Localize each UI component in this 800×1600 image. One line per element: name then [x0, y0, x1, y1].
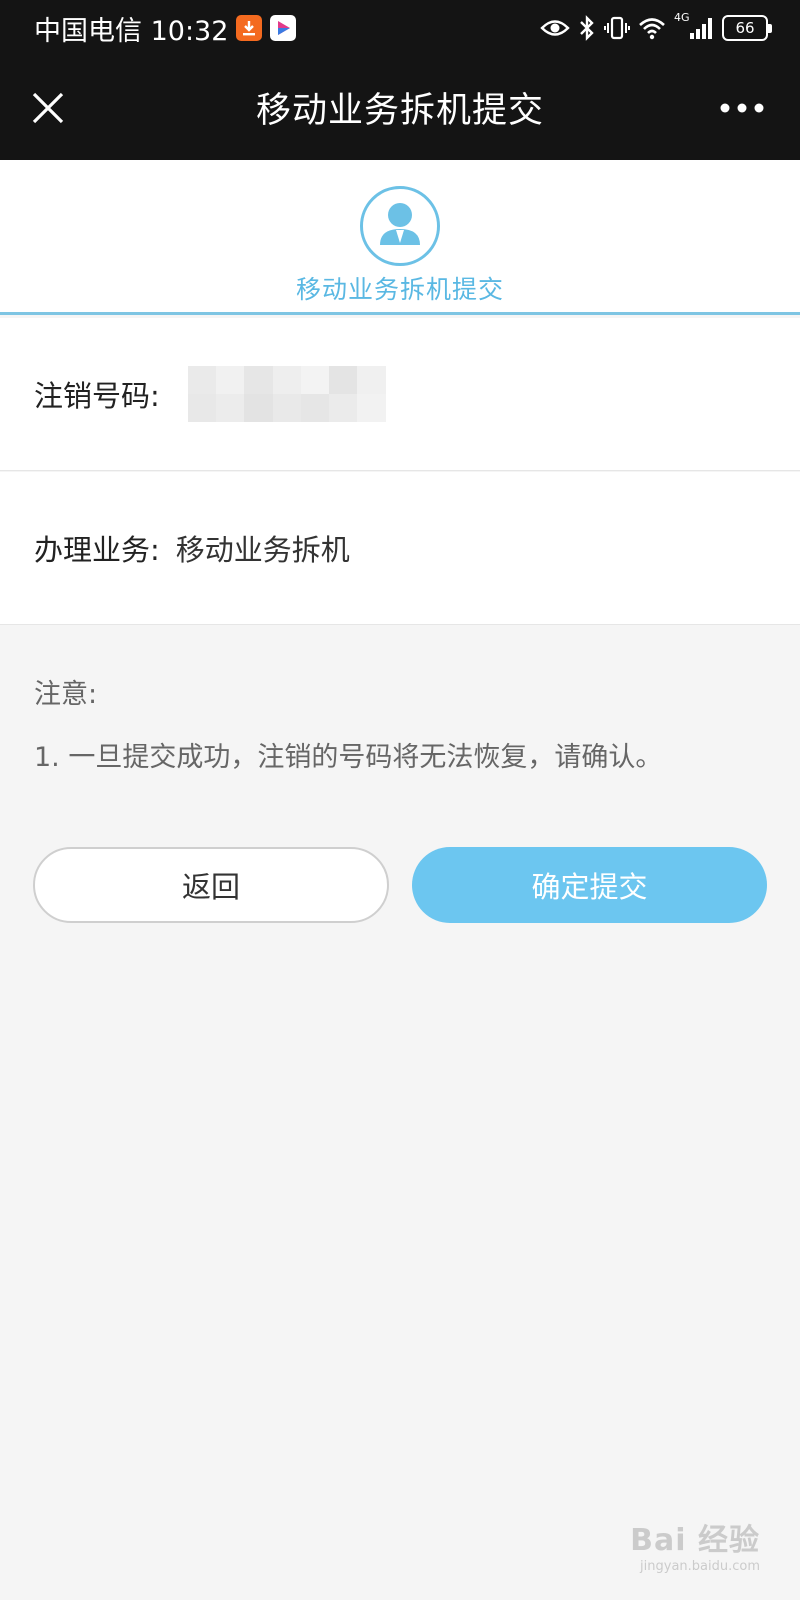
number-label: 注销号码: — [34, 379, 160, 413]
header-card: 移动业务拆机提交 — [0, 160, 800, 315]
service-value: 移动业务拆机 — [175, 533, 350, 567]
notice-section: 注意: 1. 一旦提交成功，注销的号码将无法恢复，请确认。 — [34, 672, 774, 774]
status-bar: 中国电信 10:32 4G 66 — [0, 0, 800, 56]
eye-icon — [540, 17, 570, 39]
watermark-main: Bai 经验 — [630, 1523, 760, 1558]
service-row: 办理业务: 移动业务拆机 — [0, 472, 800, 625]
title-bar: 移动业务拆机提交 — [0, 56, 800, 160]
status-right: 4G 66 — [540, 10, 772, 46]
watermark-sub: jingyan.baidu.com — [640, 1559, 760, 1574]
header-title: 移动业务拆机提交 — [295, 275, 504, 304]
user-avatar-icon — [360, 186, 440, 266]
baidu-watermark: Bai 经验 jingyan.baidu.com — [630, 1515, 760, 1574]
battery-level: 66 — [735, 19, 755, 37]
more-icon — [720, 103, 764, 113]
notice-item: 1. 一旦提交成功，注销的号码将无法恢复，请确认。 — [34, 742, 663, 773]
confirm-submit-button[interactable]: 确定提交 — [412, 847, 767, 923]
status-left: 中国电信 10:32 — [34, 10, 297, 47]
more-button[interactable] — [716, 86, 768, 130]
notice-title: 注意: — [34, 679, 98, 710]
vibrate-icon — [604, 15, 630, 41]
service-label: 办理业务: — [34, 533, 160, 567]
wifi-icon — [638, 16, 666, 40]
signal-icon: 4G — [674, 11, 714, 41]
network-type: 4G — [674, 11, 690, 24]
download-icon — [236, 15, 263, 41]
page-title: 移动业务拆机提交 — [255, 91, 544, 131]
video-app-icon — [270, 15, 297, 41]
back-button[interactable]: 返回 — [33, 847, 389, 923]
carrier-time: 中国电信 10:32 — [34, 15, 229, 47]
number-row: 注销号码: — [0, 318, 800, 471]
masked-phone-number — [187, 366, 386, 422]
bluetooth-icon — [578, 15, 596, 41]
battery-icon: 66 — [722, 15, 772, 41]
